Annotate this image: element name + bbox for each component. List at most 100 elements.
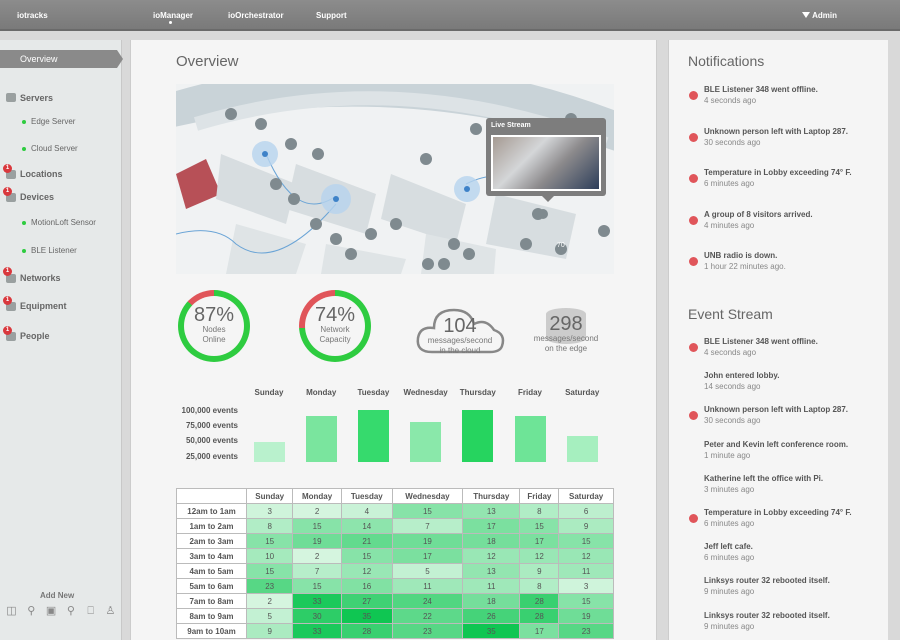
bar-wednesday[interactable] xyxy=(410,422,442,462)
sidebar-item-servers[interactable]: Servers xyxy=(20,93,53,103)
monitor-icon[interactable]: ⎕ xyxy=(85,606,96,617)
table-cell[interactable]: 26 xyxy=(462,608,521,624)
bar-tuesday[interactable] xyxy=(357,410,389,462)
table-cell[interactable]: 15 xyxy=(292,578,342,594)
database-icon[interactable]: ◫ xyxy=(6,606,17,617)
table-cell[interactable]: 8 xyxy=(519,503,560,519)
table-cell[interactable]: 15 xyxy=(558,533,614,549)
sidebar-item-people[interactable]: People xyxy=(20,331,50,341)
table-cell[interactable]: 19 xyxy=(391,533,464,549)
table-cell[interactable]: 17 xyxy=(462,518,521,534)
sidebar-item-edge-server[interactable]: Edge Server xyxy=(31,117,75,126)
table-cell[interactable]: 15 xyxy=(519,518,560,534)
nav-ioorchestrator[interactable]: ioOrchestrator xyxy=(228,11,284,20)
event-item[interactable]: John entered lobby. 14 seconds ago xyxy=(704,370,884,392)
notification-item[interactable]: A group of 8 visitors arrived. 4 minutes … xyxy=(704,209,884,231)
event-item[interactable]: Jeff left cafe. 6 minutes ago xyxy=(704,541,884,563)
table-cell[interactable]: 9 xyxy=(558,518,614,534)
bar-monday[interactable] xyxy=(305,416,337,462)
location-icon[interactable]: ⚲ xyxy=(26,606,37,617)
table-cell[interactable]: 4 xyxy=(340,503,393,519)
table-cell[interactable]: 6 xyxy=(558,503,614,519)
sidebar-item-motionloft-sensor[interactable]: MotionLoft Sensor xyxy=(31,218,96,227)
bar-thursday[interactable] xyxy=(462,410,494,462)
table-cell[interactable]: 13 xyxy=(462,503,521,519)
table-cell[interactable]: 24 xyxy=(391,593,464,609)
sidebar-item-networks[interactable]: Networks xyxy=(20,273,61,283)
table-cell[interactable]: 15 xyxy=(340,548,393,564)
table-cell[interactable]: 3 xyxy=(245,503,294,519)
table-cell[interactable]: 12 xyxy=(340,563,393,579)
table-cell[interactable]: 17 xyxy=(519,533,560,549)
table-cell[interactable]: 15 xyxy=(391,503,464,519)
table-cell[interactable]: 2 xyxy=(292,548,342,564)
table-cell[interactable]: 23 xyxy=(558,623,614,639)
event-item[interactable]: BLE Listener 348 went offline. 4 seconds … xyxy=(704,336,884,358)
bar-friday[interactable] xyxy=(514,416,546,462)
table-cell[interactable]: 17 xyxy=(519,623,560,639)
table-cell[interactable]: 3 xyxy=(558,578,614,594)
event-item[interactable]: Temperature in Lobby exceeding 74° F. 6 m… xyxy=(704,507,884,529)
table-cell[interactable]: 17 xyxy=(391,548,464,564)
table-cell[interactable]: 8 xyxy=(519,578,560,594)
share-icon[interactable]: ⚲ xyxy=(65,606,76,617)
nav-iomanager[interactable]: ioManager xyxy=(153,11,193,20)
table-cell[interactable]: 12 xyxy=(519,548,560,564)
notification-item[interactable]: Unknown person left with Laptop 287. 30 s… xyxy=(704,126,884,148)
table-cell[interactable]: 27 xyxy=(340,593,393,609)
table-cell[interactable]: 5 xyxy=(391,563,464,579)
table-cell[interactable]: 15 xyxy=(245,533,294,549)
table-cell[interactable]: 18 xyxy=(462,593,521,609)
table-cell[interactable]: 35 xyxy=(462,623,521,639)
table-cell[interactable]: 16 xyxy=(340,578,393,594)
notification-item[interactable]: BLE Listener 348 went offline. 4 seconds … xyxy=(704,84,884,106)
device-icon[interactable]: ▣ xyxy=(46,606,57,617)
floor-map[interactable]: 70 Live Stream xyxy=(176,84,614,274)
table-cell[interactable]: 12 xyxy=(558,548,614,564)
table-cell[interactable]: 7 xyxy=(292,563,342,579)
brand-logo[interactable]: iotracks xyxy=(17,11,48,20)
sidebar-item-devices[interactable]: Devices xyxy=(20,192,54,202)
table-cell[interactable]: 22 xyxy=(391,608,464,624)
bar-saturday[interactable] xyxy=(566,436,598,462)
table-cell[interactable]: 11 xyxy=(558,563,614,579)
table-cell[interactable]: 30 xyxy=(292,608,342,624)
table-cell[interactable]: 35 xyxy=(340,608,393,624)
live-stream-popup[interactable]: Live Stream xyxy=(486,118,606,202)
sidebar-item-overview[interactable]: Overview xyxy=(0,50,123,68)
table-cell[interactable]: 28 xyxy=(519,608,560,624)
nav-support[interactable]: Support xyxy=(316,11,347,20)
table-cell[interactable]: 18 xyxy=(462,533,521,549)
table-cell[interactable]: 5 xyxy=(245,608,294,624)
sidebar-item-cloud-server[interactable]: Cloud Server xyxy=(31,144,78,153)
table-cell[interactable]: 7 xyxy=(391,518,464,534)
table-cell[interactable]: 10 xyxy=(245,548,294,564)
table-cell[interactable]: 19 xyxy=(292,533,342,549)
table-cell[interactable]: 28 xyxy=(340,623,393,639)
bar-sunday[interactable] xyxy=(253,442,285,462)
event-item[interactable]: Linksys router 32 rebooted itself. 9 minu… xyxy=(704,610,884,632)
chevron-down-icon[interactable] xyxy=(802,12,810,18)
table-cell[interactable]: 15 xyxy=(558,593,614,609)
table-cell[interactable]: 33 xyxy=(292,593,342,609)
table-cell[interactable]: 11 xyxy=(391,578,464,594)
table-cell[interactable]: 21 xyxy=(340,533,393,549)
table-cell[interactable]: 2 xyxy=(245,593,294,609)
table-cell[interactable]: 2 xyxy=(292,503,342,519)
event-item[interactable]: Katherine left the office with Pi. 3 minu… xyxy=(704,473,884,495)
notification-item[interactable]: UNB radio is down. 1 hour 22 minutes ago. xyxy=(704,250,884,272)
table-cell[interactable]: 12 xyxy=(462,548,521,564)
person-icon[interactable]: ♙ xyxy=(105,606,116,617)
table-cell[interactable]: 9 xyxy=(245,623,294,639)
table-cell[interactable]: 33 xyxy=(292,623,342,639)
table-cell[interactable]: 8 xyxy=(245,518,294,534)
table-cell[interactable]: 19 xyxy=(558,608,614,624)
notification-item[interactable]: Temperature in Lobby exceeding 74° F. 6 m… xyxy=(704,167,884,189)
table-cell[interactable]: 15 xyxy=(292,518,342,534)
sidebar-item-ble-listener[interactable]: BLE Listener xyxy=(31,246,77,255)
table-cell[interactable]: 13 xyxy=(462,563,521,579)
table-cell[interactable]: 9 xyxy=(519,563,560,579)
admin-menu[interactable]: Admin xyxy=(812,11,837,20)
event-item[interactable]: Linksys router 32 rebooted itself. 9 minu… xyxy=(704,575,884,597)
live-stream-video[interactable] xyxy=(491,135,601,191)
